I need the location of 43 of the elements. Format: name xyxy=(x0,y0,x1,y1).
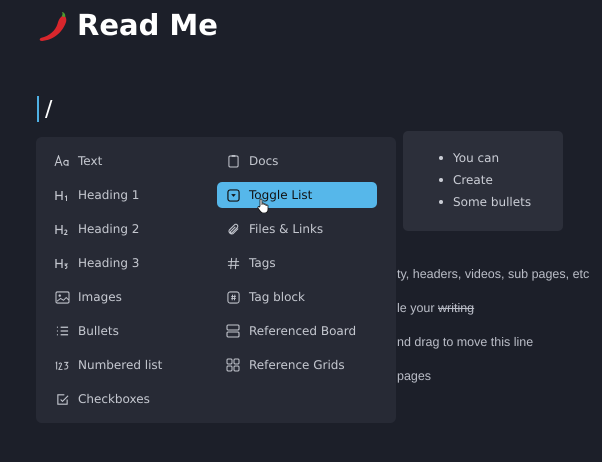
menu-item[interactable]: Heading 2 xyxy=(46,216,206,242)
dropdown-box-icon xyxy=(226,188,240,202)
menu-item[interactable]: Heading 1 xyxy=(46,182,206,208)
menu-item[interactable]: Toggle List xyxy=(217,182,377,208)
menu-item[interactable]: Tag block xyxy=(217,284,377,310)
heading-icon xyxy=(55,189,69,201)
text-cursor xyxy=(37,96,39,122)
menu-item[interactable]: Bullets xyxy=(46,318,206,344)
menu-item[interactable]: Tags xyxy=(217,250,377,276)
image-icon xyxy=(54,290,70,304)
bullet-icon xyxy=(439,178,443,182)
heading-icon xyxy=(55,223,69,235)
bullet-icon xyxy=(439,156,443,160)
paperclip-icon xyxy=(226,222,240,236)
menu-item[interactable]: Numbered list xyxy=(46,352,206,378)
numbered-list-icon xyxy=(54,359,70,371)
bullet-item: You can xyxy=(453,150,500,167)
menu-item[interactable]: Text xyxy=(46,148,206,174)
bullet-item: Some bullets xyxy=(453,194,532,211)
menu-item[interactable]: Heading 3 xyxy=(46,250,206,276)
grid-icon xyxy=(226,358,240,372)
hash-icon xyxy=(226,256,240,270)
menu-item[interactable]: Files & Links xyxy=(217,216,377,242)
bullet-item: Create xyxy=(453,172,493,189)
paragraph-text: ty, headers, videos, sub pages, etc xyxy=(397,267,590,281)
heading-icon xyxy=(55,257,69,269)
menu-item[interactable]: Checkboxes xyxy=(46,386,206,412)
menu-item[interactable]: Docs xyxy=(217,148,377,174)
menu-item[interactable]: Reference Grids xyxy=(217,352,377,378)
bullet-icon xyxy=(439,200,443,204)
paragraph-text: pages xyxy=(397,369,432,383)
hash-box-icon xyxy=(226,290,240,304)
list-icon xyxy=(56,325,68,337)
clipboard-icon xyxy=(228,154,238,168)
paragraph-text: le your writing xyxy=(397,301,474,315)
menu-item[interactable]: Referenced Board xyxy=(217,318,377,344)
menu-item[interactable]: Images xyxy=(46,284,206,310)
page-title: Read Me xyxy=(77,8,218,42)
stacked-rows-icon xyxy=(226,324,240,338)
paragraph-text: nd drag to move this line xyxy=(397,335,534,349)
checkbox-icon xyxy=(56,392,68,406)
slash-command-text[interactable]: / xyxy=(45,96,52,122)
text-style-icon xyxy=(54,155,70,167)
